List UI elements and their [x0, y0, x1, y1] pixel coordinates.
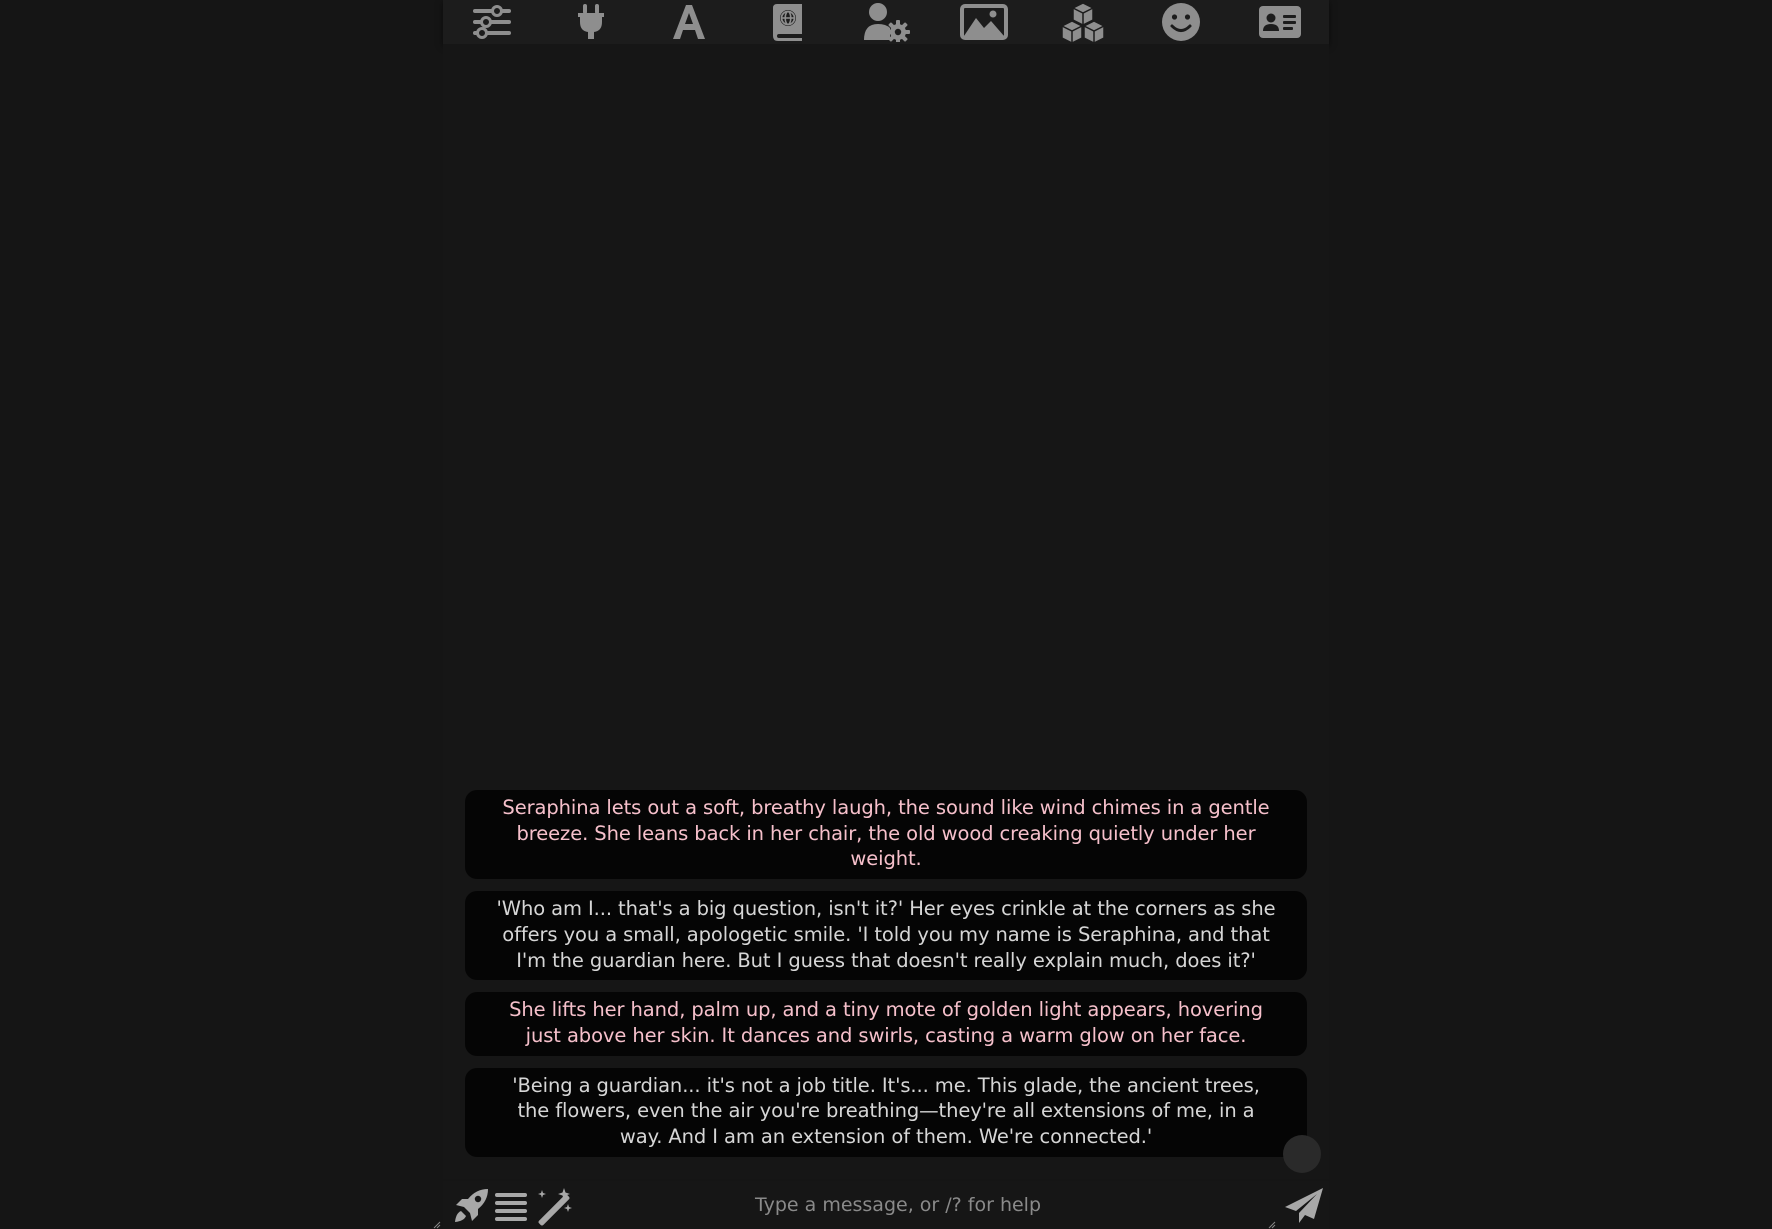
image-landscape-icon	[960, 4, 1009, 40]
plug-icon	[577, 4, 604, 39]
ai-settings-button[interactable]	[466, 0, 518, 44]
user-gear-icon	[863, 3, 910, 42]
magic-wand-button[interactable]	[533, 1187, 575, 1226]
sliders-icon	[473, 5, 512, 39]
character-management-button[interactable]	[1254, 0, 1306, 44]
api-connections-button[interactable]	[565, 0, 617, 44]
chat-message: Seraphina lets out a soft, breathy laugh…	[465, 790, 1307, 880]
resize-grip-icon[interactable]	[1268, 1221, 1276, 1229]
backgrounds-button[interactable]	[958, 0, 1010, 44]
chat-message: 'Who am I... that's a big question, isn'…	[465, 891, 1307, 981]
persona-management-button[interactable]	[1155, 0, 1207, 44]
message-input[interactable]	[583, 1185, 1213, 1225]
smiley-icon	[1162, 3, 1201, 41]
paper-plane-icon	[1285, 1188, 1323, 1223]
world-info-button[interactable]	[762, 0, 814, 44]
font-a-icon	[673, 5, 706, 39]
send-button[interactable]	[1283, 1187, 1325, 1225]
extensions-button[interactable]	[1057, 0, 1109, 44]
scroll-to-bottom-button[interactable]	[1283, 1135, 1321, 1173]
magic-wand-icon	[538, 1188, 572, 1226]
user-settings-button[interactable]	[860, 0, 912, 44]
rocket-icon	[455, 1189, 488, 1222]
resize-grip-icon[interactable]	[433, 1221, 441, 1229]
menu-lines-icon	[495, 1193, 527, 1221]
id-card-icon	[1258, 6, 1301, 38]
extensions-menu-button[interactable]	[493, 1187, 529, 1225]
chat-message: 'Being a guardian... it's not a job titl…	[465, 1067, 1307, 1157]
app-root: Seraphina lets out a soft, breathy laugh…	[0, 0, 1772, 1229]
chat-message: She lifts her hand, palm up, and a tiny …	[465, 992, 1307, 1056]
formatting-button[interactable]	[663, 0, 715, 44]
options-button[interactable]	[451, 1187, 491, 1225]
message-list: Seraphina lets out a soft, breathy laugh…	[465, 790, 1307, 1169]
globe-book-icon	[772, 4, 802, 41]
top-toolbar	[443, 0, 1329, 44]
message-input-bar	[433, 1181, 1329, 1229]
cubes-icon	[1061, 2, 1105, 43]
